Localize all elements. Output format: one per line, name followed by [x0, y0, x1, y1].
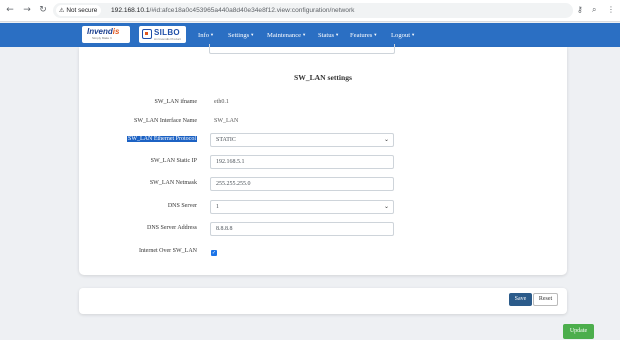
previous-field-cut[interactable] [209, 44, 395, 54]
protocol-label: SW_LAN Ethernet Protocol [79, 136, 197, 142]
dns-server-select-value: 1 [216, 204, 219, 210]
section-title: SW_LAN settings [293, 73, 352, 82]
logo1-subtitle: Simply Make It [92, 36, 112, 40]
save-button[interactable]: Save [509, 293, 532, 306]
caret-down-icon: ▼ [302, 32, 307, 37]
url-path: /#id:afce18a0c453965a440a8d40e34e8f12.vi… [149, 7, 355, 14]
warning-icon: ⚠ [59, 7, 65, 14]
url-host: 192.168.10.1 [111, 7, 150, 14]
address-bar[interactable]: ⚠ Not secure 192.168.10.1/#id:afce18a0c45… [53, 3, 573, 18]
security-chip-label: Not secure [66, 7, 98, 14]
netmask-label: SW_LAN Netmask [149, 180, 197, 186]
logo2-subtitle: An Invendis Product [154, 37, 181, 41]
protocol-select-value: STATIC [216, 137, 236, 143]
dns-server-select[interactable]: 1 ⌄ [210, 200, 394, 214]
chevron-down-icon: ⌄ [383, 136, 389, 143]
logo2-main: SILBO [154, 28, 180, 37]
dns-address-input[interactable]: 8.8.8.8 [210, 222, 394, 236]
search-icon[interactable]: ⌕ [592, 4, 596, 16]
key-icon[interactable]: ⚷ [577, 4, 583, 16]
url-text[interactable]: 192.168.10.1/#id:afce18a0c453965a440a8d4… [111, 3, 354, 18]
logo1-accent: is [112, 27, 120, 36]
protocol-select[interactable]: STATIC ⌄ [210, 133, 394, 147]
browser-toolbar: ← → ↻ ⚠ Not secure 192.168.10.1/#id:afce1… [0, 0, 620, 22]
caret-down-icon: ▼ [210, 32, 214, 37]
interface-name-value: SW_LAN [214, 118, 239, 124]
netmask-input[interactable]: 255.255.255.0 [210, 177, 394, 191]
caret-down-icon: ▼ [411, 32, 416, 37]
logo1-main: Invend [87, 27, 113, 36]
reset-button[interactable]: Reset [533, 293, 558, 306]
security-chip[interactable]: ⚠ Not secure [56, 5, 102, 16]
chevron-down-icon: ⌄ [383, 203, 389, 210]
ifname-label: SW_LAN ifname [154, 99, 198, 105]
more-vert-icon[interactable]: ⋮ [607, 4, 615, 16]
update-button[interactable]: Update [563, 324, 594, 339]
static-ip-label: SW_LAN Static IP [150, 158, 197, 164]
dns-server-label: DNS Server [167, 203, 197, 209]
caret-down-icon: ▼ [335, 32, 340, 37]
silbo-mark-icon [142, 29, 152, 39]
protocol-label-text: SW_LAN Ethernet Protocol [127, 136, 197, 142]
ifname-value: eth0.1 [214, 99, 229, 105]
actions-card: Save Reset [79, 288, 567, 314]
check-icon: ✓ [211, 250, 217, 256]
silbo-logo: SILBO An Invendis Product [139, 26, 186, 43]
settings-card: SW_LAN settings SW_LAN ifname eth0.1 SW_… [79, 44, 567, 275]
invendis-logo: Invendis Simply Make It [82, 26, 130, 43]
interface-name-label: SW_LAN Interface Name [134, 118, 197, 124]
forward-arrow-icon[interactable]: → [21, 4, 33, 16]
static-ip-input[interactable]: 192.168.5.1 [210, 155, 394, 169]
dns-address-label: DNS Server Address [147, 225, 197, 231]
internet-over-lan-label: Internet Over SW_LAN [139, 248, 197, 254]
caret-down-icon: ▼ [373, 32, 378, 37]
caret-down-icon: ▼ [250, 32, 255, 37]
back-arrow-icon[interactable]: ← [4, 4, 16, 16]
internet-over-lan-checkbox[interactable]: ✓ [211, 250, 217, 256]
reload-icon[interactable]: ↻ [37, 4, 49, 16]
